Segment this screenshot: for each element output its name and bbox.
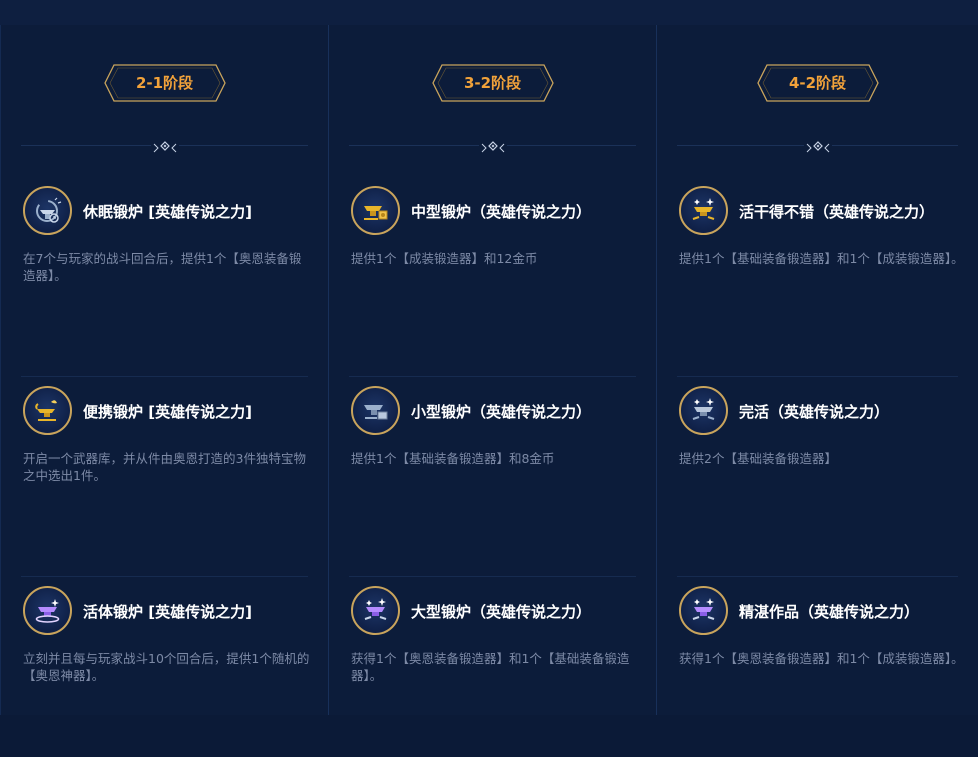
masterwork-forge-icon — [679, 586, 728, 635]
augment-card[interactable]: 大型锻炉（英雄传说之力） 获得1个【奥恩装备锻造器】和1个【基础装备锻造器】。 — [349, 557, 636, 757]
column-stage-3-2: 3-2阶段 中型锻炉（英雄传说之力） 提供1个【成装锻造器】和12金币 小型锻炉… — [329, 25, 657, 715]
augment-card[interactable]: 中型锻炉（英雄传说之力） 提供1个【成装锻造器】和12金币 — [349, 157, 636, 357]
augment-card[interactable]: 完活（英雄传说之力） 提供2个【基础装备锻造器】 — [677, 357, 958, 557]
card-description: 提供1个【基础装备锻造器】和8金币 — [351, 451, 555, 466]
job-done-forge-icon — [679, 386, 728, 435]
augment-card[interactable]: 便携锻炉 [英雄传说之力] 开启一个武器库，并从件由奥恩打造的3件独特宝物之中选… — [21, 357, 308, 557]
augment-card[interactable]: 活体锻炉 [英雄传说之力] 立刻并且每与玩家战斗10个回合后，提供1个随机的【奥… — [21, 557, 309, 757]
portable-forge-icon — [23, 386, 72, 435]
card-title: 小型锻炉（英雄传说之力） — [411, 403, 592, 421]
augment-card[interactable]: 精湛作品（英雄传说之力） 获得1个【奥恩装备锻造器】和1个【成装锻造器】。 — [677, 557, 964, 757]
card-title: 休眠锻炉 [英雄传说之力] — [83, 203, 252, 221]
card-description: 获得1个【奥恩装备锻造器】和1个【成装锻造器】。 — [679, 651, 964, 666]
living-forge-icon — [23, 586, 72, 635]
diamond-ornament-icon — [803, 138, 832, 153]
card-description: 提供1个【成装锻造器】和12金币 — [351, 251, 538, 266]
card-description: 开启一个武器库，并从件由奥恩打造的3件独特宝物之中选出1件。 — [23, 451, 306, 483]
card-title: 活体锻炉 [英雄传说之力] — [83, 603, 252, 621]
card-description: 提供2个【基础装备锻造器】 — [679, 451, 837, 466]
stage-badge: 3-2阶段 — [431, 64, 554, 102]
card-title: 活干得不错（英雄传说之力） — [739, 203, 935, 221]
card-description: 提供1个【基础装备锻造器】和1个【成装锻造器】。 — [679, 251, 964, 266]
good-work-forge-icon — [679, 186, 728, 235]
card-title: 完活（英雄传说之力） — [739, 403, 890, 421]
top-bar — [0, 0, 978, 25]
diamond-ornament-icon — [150, 138, 179, 153]
sleeping-forge-icon — [23, 186, 72, 235]
diamond-ornament-icon — [478, 138, 507, 153]
small-forge-icon — [351, 386, 400, 435]
stage-label: 3-2阶段 — [463, 74, 522, 92]
card-title: 便携锻炉 [英雄传说之力] — [83, 403, 252, 421]
card-title: 中型锻炉（英雄传说之力） — [411, 203, 592, 221]
stage-label: 2-1阶段 — [135, 74, 194, 92]
card-description: 在7个与玩家的战斗回合后，提供1个【奥恩装备锻造器】。 — [23, 251, 302, 283]
column-stage-2-1: 2-1阶段 休眠锻炉 [英雄传说之力] 在7个与玩家的战斗回合后，提供1个【奥恩… — [0, 25, 329, 715]
large-forge-icon — [351, 586, 400, 635]
card-title: 大型锻炉（英雄传说之力） — [411, 603, 592, 621]
augment-card[interactable]: 休眠锻炉 [英雄传说之力] 在7个与玩家的战斗回合后，提供1个【奥恩装备锻造器】… — [21, 157, 308, 357]
stage-badge: 4-2阶段 — [756, 64, 879, 102]
card-description: 获得1个【奥恩装备锻造器】和1个【基础装备锻造器】。 — [351, 651, 630, 683]
augment-card[interactable]: 小型锻炉（英雄传说之力） 提供1个【基础装备锻造器】和8金币 — [349, 357, 636, 557]
medium-forge-icon — [351, 186, 400, 235]
stage-badge: 2-1阶段 — [103, 64, 226, 102]
stage-columns: 2-1阶段 休眠锻炉 [英雄传说之力] 在7个与玩家的战斗回合后，提供1个【奥恩… — [0, 25, 978, 715]
stage-label: 4-2阶段 — [788, 74, 847, 92]
card-description: 立刻并且每与玩家战斗10个回合后，提供1个随机的【奥恩神器】。 — [23, 651, 310, 683]
card-title: 精湛作品（英雄传说之力） — [739, 603, 920, 621]
augment-card[interactable]: 活干得不错（英雄传说之力） 提供1个【基础装备锻造器】和1个【成装锻造器】。 — [677, 157, 964, 357]
column-stage-4-2: 4-2阶段 活干得不错（英雄传说之力） 提供1个【基础装备锻造器】和1个【成装锻… — [657, 25, 978, 715]
